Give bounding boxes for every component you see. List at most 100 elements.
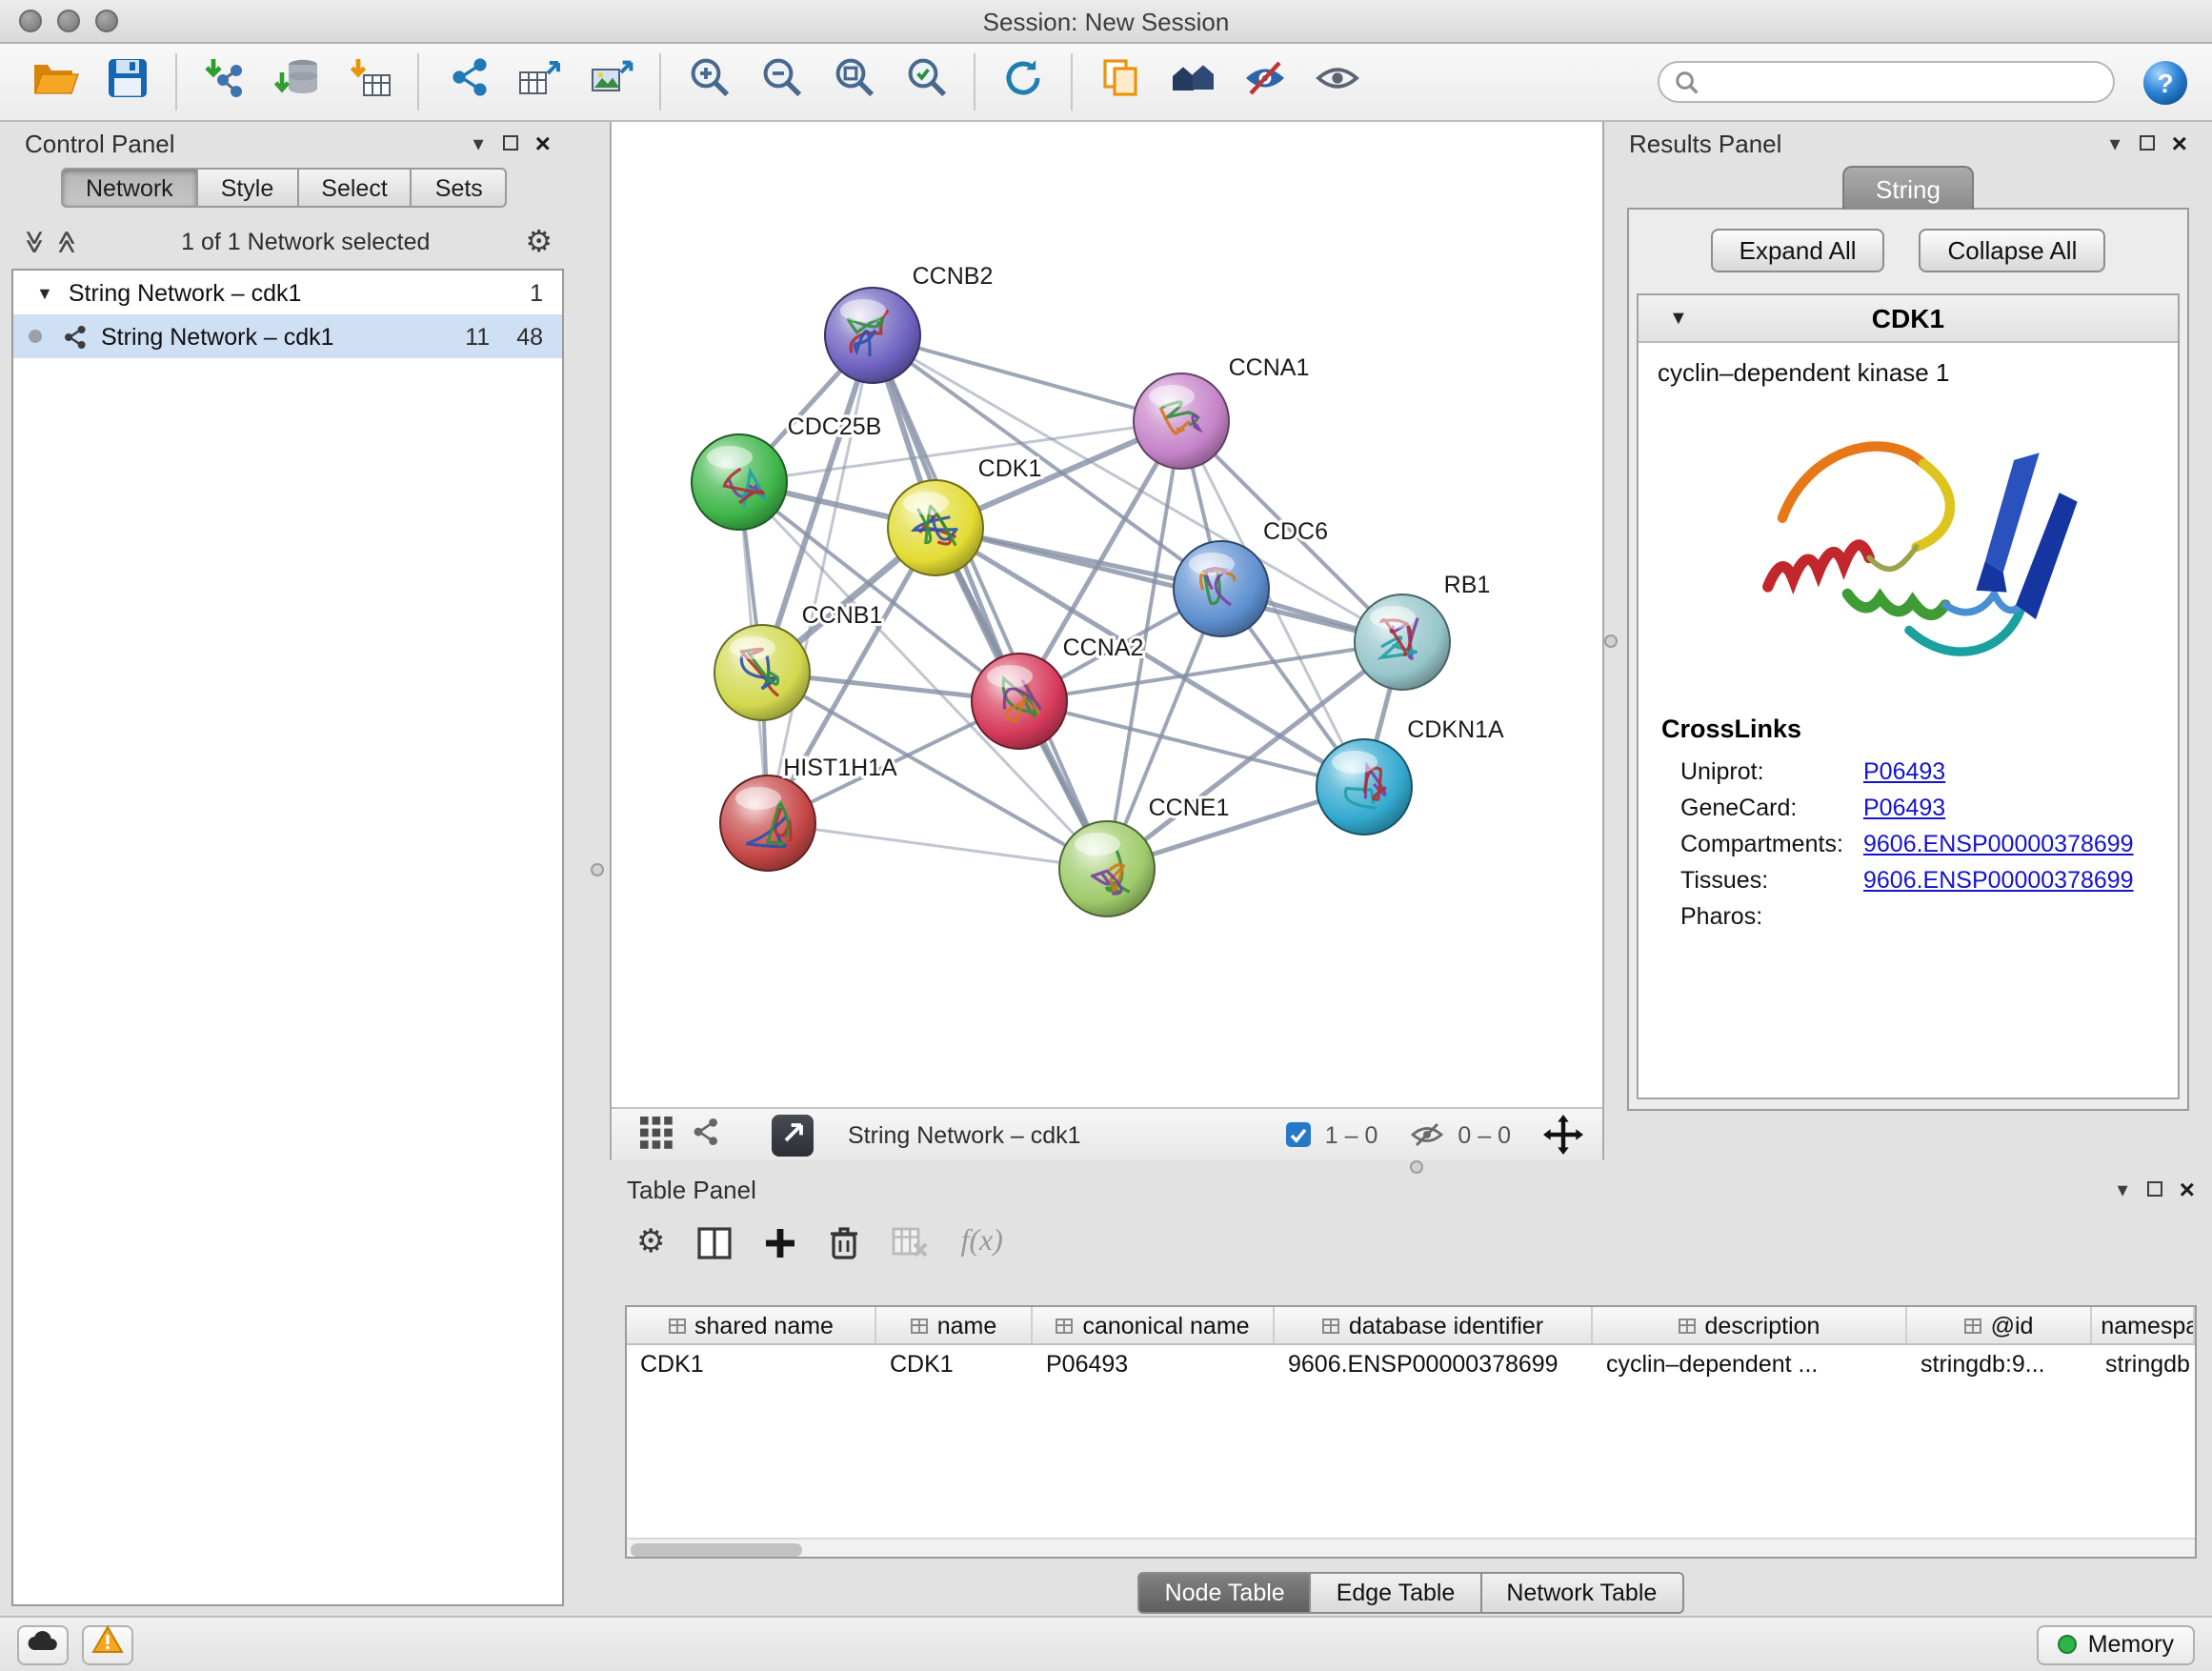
crosslink-link[interactable]: 9606.ENSP00000378699 (1863, 866, 2134, 893)
panel-menu-icon[interactable]: ▾ (2110, 131, 2121, 155)
column-header-shared-name[interactable]: shared name (627, 1307, 876, 1343)
network-collection-row[interactable]: ▼ String Network – cdk1 1 (13, 271, 562, 314)
zoom-fit-button[interactable] (819, 50, 888, 114)
table-settings-gear-icon[interactable]: ⚙ (636, 1223, 666, 1261)
crosslink-link[interactable]: 9606.ENSP00000378699 (1863, 830, 2134, 856)
column-header-canonical-name[interactable]: canonical name (1033, 1307, 1275, 1343)
table-cell[interactable]: stringdb (2092, 1345, 2195, 1383)
splitter-handle[interactable] (1604, 634, 1618, 648)
scrollbar-thumb[interactable] (631, 1542, 802, 1556)
tab-network[interactable]: Network (61, 168, 198, 208)
crosslink-link[interactable]: P06493 (1863, 757, 1945, 784)
export-image-button[interactable] (577, 50, 646, 114)
tree-expander-icon[interactable]: ▼ (36, 283, 53, 302)
column-header--id[interactable]: @id (1907, 1307, 2092, 1343)
save-session-button[interactable] (93, 50, 162, 114)
column-header-description[interactable]: description (1593, 1307, 1907, 1343)
search-input[interactable] (1711, 69, 2098, 95)
panel-menu-icon[interactable]: ▾ (2118, 1177, 2128, 1201)
help-button[interactable]: ? (2142, 58, 2189, 106)
tab-edge-table[interactable]: Edge Table (1312, 1572, 1482, 1614)
export-table-button[interactable] (505, 50, 573, 114)
open-session-button[interactable] (21, 50, 90, 114)
panel-float-icon[interactable] (2147, 1181, 2162, 1197)
hide-selected-button[interactable] (1231, 50, 1299, 114)
open-in-new-window-button[interactable] (772, 1114, 814, 1156)
network-edge[interactable] (873, 335, 1107, 869)
panel-close-icon[interactable]: × (2172, 130, 2187, 156)
table-cell[interactable]: CDK1 (627, 1345, 876, 1383)
splitter-handle[interactable] (591, 863, 604, 876)
network-canvas[interactable]: CCNB2CCNA1CDC25BCDK1CDC6RB1CCNB1CCNA2CDK… (612, 122, 1602, 1107)
tab-network-table[interactable]: Network Table (1481, 1572, 1683, 1614)
network-share-view-button[interactable] (682, 1112, 728, 1158)
gear-icon[interactable]: ⚙ (525, 223, 553, 261)
collapse-all-button[interactable]: Collapse All (1920, 229, 2106, 272)
panel-close-icon[interactable]: × (535, 130, 551, 156)
results-tab-string[interactable]: String (1841, 166, 1975, 210)
network-graph[interactable]: CCNB2CCNA1CDC25BCDK1CDC6RB1CCNB1CCNA2CDK… (612, 122, 1602, 1107)
import-network-database-button[interactable] (263, 50, 332, 114)
column-header-name[interactable]: name (876, 1307, 1033, 1343)
network-node-CCNE1[interactable] (1059, 821, 1155, 916)
table-cell[interactable]: CDK1 (876, 1345, 1033, 1383)
home-network-button[interactable] (1158, 50, 1227, 114)
import-network-file-button[interactable] (191, 50, 259, 114)
cloud-status-button[interactable] (17, 1624, 69, 1664)
network-row[interactable]: String Network – cdk1 11 48 (13, 314, 562, 358)
network-node-CDKN1A[interactable] (1317, 739, 1412, 835)
refresh-view-button[interactable] (989, 50, 1057, 114)
network-edge[interactable] (768, 335, 873, 823)
network-edge[interactable] (935, 528, 1402, 642)
network-node-CDK1[interactable] (888, 480, 983, 575)
collapse-gene-icon[interactable]: ▼ (1669, 308, 1688, 329)
collapse-all-icon[interactable]: ≫ (22, 230, 49, 253)
table-cell[interactable]: P06493 (1033, 1345, 1275, 1383)
panel-menu-icon[interactable]: ▾ (473, 131, 484, 155)
network-node-CCNA1[interactable] (1134, 373, 1229, 469)
memory-button[interactable]: Memory (2037, 1624, 2195, 1664)
table-cell[interactable]: stringdb:9... (1907, 1345, 2092, 1383)
copy-button[interactable] (1086, 50, 1155, 114)
table-row[interactable]: CDK1CDK1P064939606.ENSP00000378699cyclin… (627, 1345, 2195, 1383)
panel-float-icon[interactable] (2140, 135, 2155, 151)
network-node-CDC6[interactable] (1174, 541, 1269, 636)
crosslink-link[interactable]: P06493 (1863, 794, 1945, 820)
network-node-CDC25B[interactable] (692, 434, 787, 530)
tab-select[interactable]: Select (298, 168, 412, 208)
network-edge[interactable] (768, 823, 1107, 869)
network-node-CCNB2[interactable] (825, 288, 920, 383)
show-all-button[interactable] (1303, 50, 1372, 114)
toggle-columns-icon[interactable] (698, 1226, 733, 1258)
hidden-eye-slash-icon[interactable] (1410, 1120, 1444, 1149)
table-cell[interactable]: 9606.ENSP00000378699 (1275, 1345, 1593, 1383)
zoom-selected-button[interactable] (892, 50, 960, 114)
tab-node-table[interactable]: Node Table (1138, 1572, 1312, 1614)
delete-column-trash-icon[interactable] (830, 1225, 860, 1259)
add-column-plus-icon[interactable] (765, 1226, 797, 1258)
expand-all-icon[interactable]: ≪ (53, 230, 80, 253)
tab-style[interactable]: Style (198, 168, 299, 208)
share-network-button[interactable] (432, 50, 501, 114)
table-cell[interactable]: cyclin–dependent ... (1593, 1345, 1907, 1383)
expand-all-button[interactable]: Expand All (1711, 229, 1885, 272)
import-table-file-button[interactable] (335, 50, 404, 114)
tab-sets[interactable]: Sets (412, 168, 508, 208)
warnings-button[interactable] (82, 1624, 133, 1664)
network-node-CCNA2[interactable] (972, 654, 1067, 749)
panel-close-icon[interactable]: × (2180, 1176, 2195, 1202)
horizontal-scrollbar[interactable] (627, 1538, 2195, 1557)
network-node-CCNB1[interactable] (714, 625, 810, 720)
selected-checkbox-icon[interactable] (1287, 1122, 1312, 1147)
function-builder-icon[interactable]: f(x) (961, 1225, 1003, 1259)
gene-header[interactable]: ▼ CDK1 (1639, 295, 2178, 343)
column-header-database-identifier[interactable]: database identifier (1275, 1307, 1593, 1343)
column-header-namespac[interactable]: namespac (2092, 1307, 2195, 1343)
birdseye-view-button[interactable] (633, 1112, 678, 1158)
network-node-HIST1H1A[interactable] (720, 775, 815, 871)
network-node-RB1[interactable] (1355, 594, 1450, 690)
splitter-handle[interactable] (1410, 1160, 1423, 1174)
panel-float-icon[interactable] (503, 135, 518, 151)
pan-move-icon[interactable] (1543, 1115, 1583, 1155)
zoom-out-button[interactable] (747, 50, 815, 114)
